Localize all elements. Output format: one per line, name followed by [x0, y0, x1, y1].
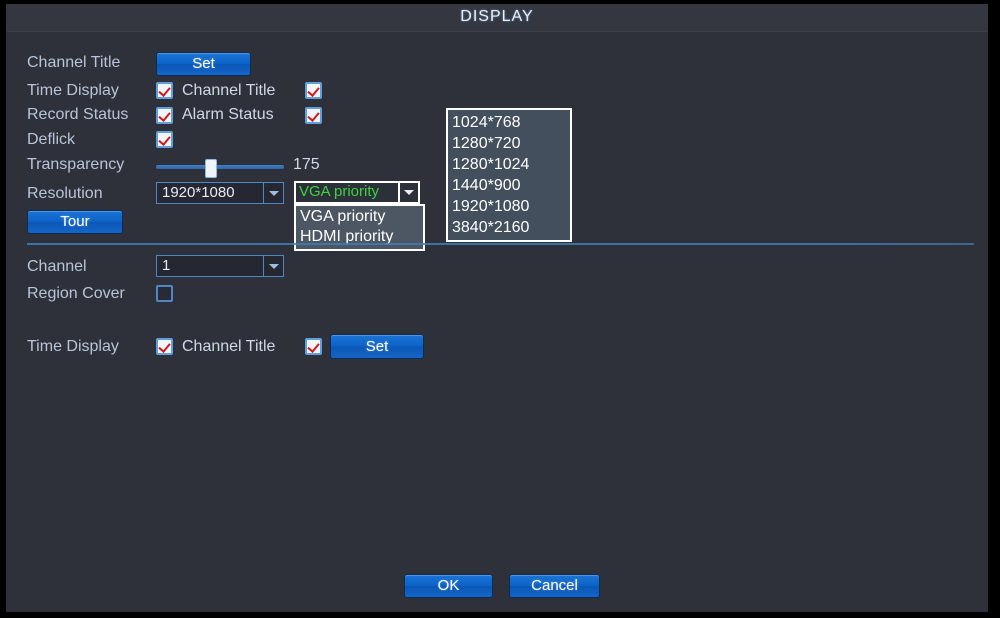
resolution-combo[interactable]: 1920*1080 — [156, 182, 284, 204]
channel-title-label: Channel Title — [27, 54, 121, 71]
resolution-label: Resolution — [27, 185, 103, 202]
bottom-set-button[interactable]: Set — [330, 334, 424, 359]
page-title: DISPLAY — [460, 8, 534, 25]
chevron-down-icon[interactable] — [398, 183, 418, 202]
resolution-options-panel[interactable]: 1024*768 1280*720 1280*1024 1440*900 192… — [446, 108, 572, 242]
deflick-checkbox[interactable] — [156, 131, 173, 148]
alarm-status-label: Alarm Status — [182, 106, 274, 123]
channel-combo[interactable]: 1 — [156, 255, 284, 277]
transparency-slider[interactable] — [156, 159, 284, 178]
region-cover-checkbox[interactable] — [156, 285, 173, 302]
transparency-label: Transparency — [27, 156, 125, 173]
transparency-slider-track — [156, 165, 284, 169]
chevron-down-icon[interactable] — [263, 183, 283, 203]
alarm-status-checkbox[interactable] — [305, 107, 322, 124]
bottom-time-display-label: Time Display — [27, 338, 119, 355]
window-titlebar: DISPLAY — [6, 4, 988, 32]
window-content: DISPLAY Channel Title Set Time Display C… — [6, 4, 988, 612]
bottom-channel-title-label: Channel Title — [182, 338, 276, 355]
bottom-time-display-checkbox[interactable] — [156, 338, 173, 355]
chevron-down-icon[interactable] — [263, 256, 283, 276]
channel-title-checkbox[interactable] — [305, 82, 322, 99]
region-cover-label: Region Cover — [27, 285, 125, 302]
output-priority-value: VGA priority — [299, 183, 380, 200]
record-status-checkbox[interactable] — [156, 107, 173, 124]
channel-title-check-label: Channel Title — [182, 82, 276, 99]
bottom-channel-title-checkbox[interactable] — [305, 338, 322, 355]
resolution-option-1440x900[interactable]: 1440*900 — [448, 175, 570, 196]
resolution-option-3840x2160[interactable]: 3840*2160 — [448, 217, 570, 238]
output-priority-option-vga[interactable]: VGA priority — [296, 207, 423, 227]
time-display-label: Time Display — [27, 82, 119, 99]
cancel-button[interactable]: Cancel — [509, 574, 600, 598]
record-status-label: Record Status — [27, 106, 129, 123]
resolution-option-1280x720[interactable]: 1280*720 — [448, 133, 570, 154]
resolution-option-1024x768[interactable]: 1024*768 — [448, 112, 570, 133]
resolution-option-1920x1080[interactable]: 1920*1080 — [448, 196, 570, 217]
tour-button[interactable]: Tour — [27, 210, 123, 234]
resolution-option-1280x1024[interactable]: 1280*1024 — [448, 154, 570, 175]
transparency-value: 175 — [293, 156, 320, 173]
channel-combo-value: 1 — [162, 257, 171, 274]
time-display-checkbox[interactable] — [156, 82, 173, 99]
resolution-combo-value: 1920*1080 — [162, 184, 235, 201]
channel-label: Channel — [27, 258, 87, 275]
output-priority-combo[interactable]: VGA priority — [294, 181, 420, 204]
transparency-slider-handle[interactable] — [205, 159, 217, 178]
channel-title-set-button[interactable]: Set — [156, 52, 251, 76]
ok-button[interactable]: OK — [404, 574, 493, 598]
deflick-label: Deflick — [27, 131, 76, 148]
display-settings-window: DISPLAY Channel Title Set Time Display C… — [0, 0, 1000, 618]
section-divider — [27, 243, 974, 245]
